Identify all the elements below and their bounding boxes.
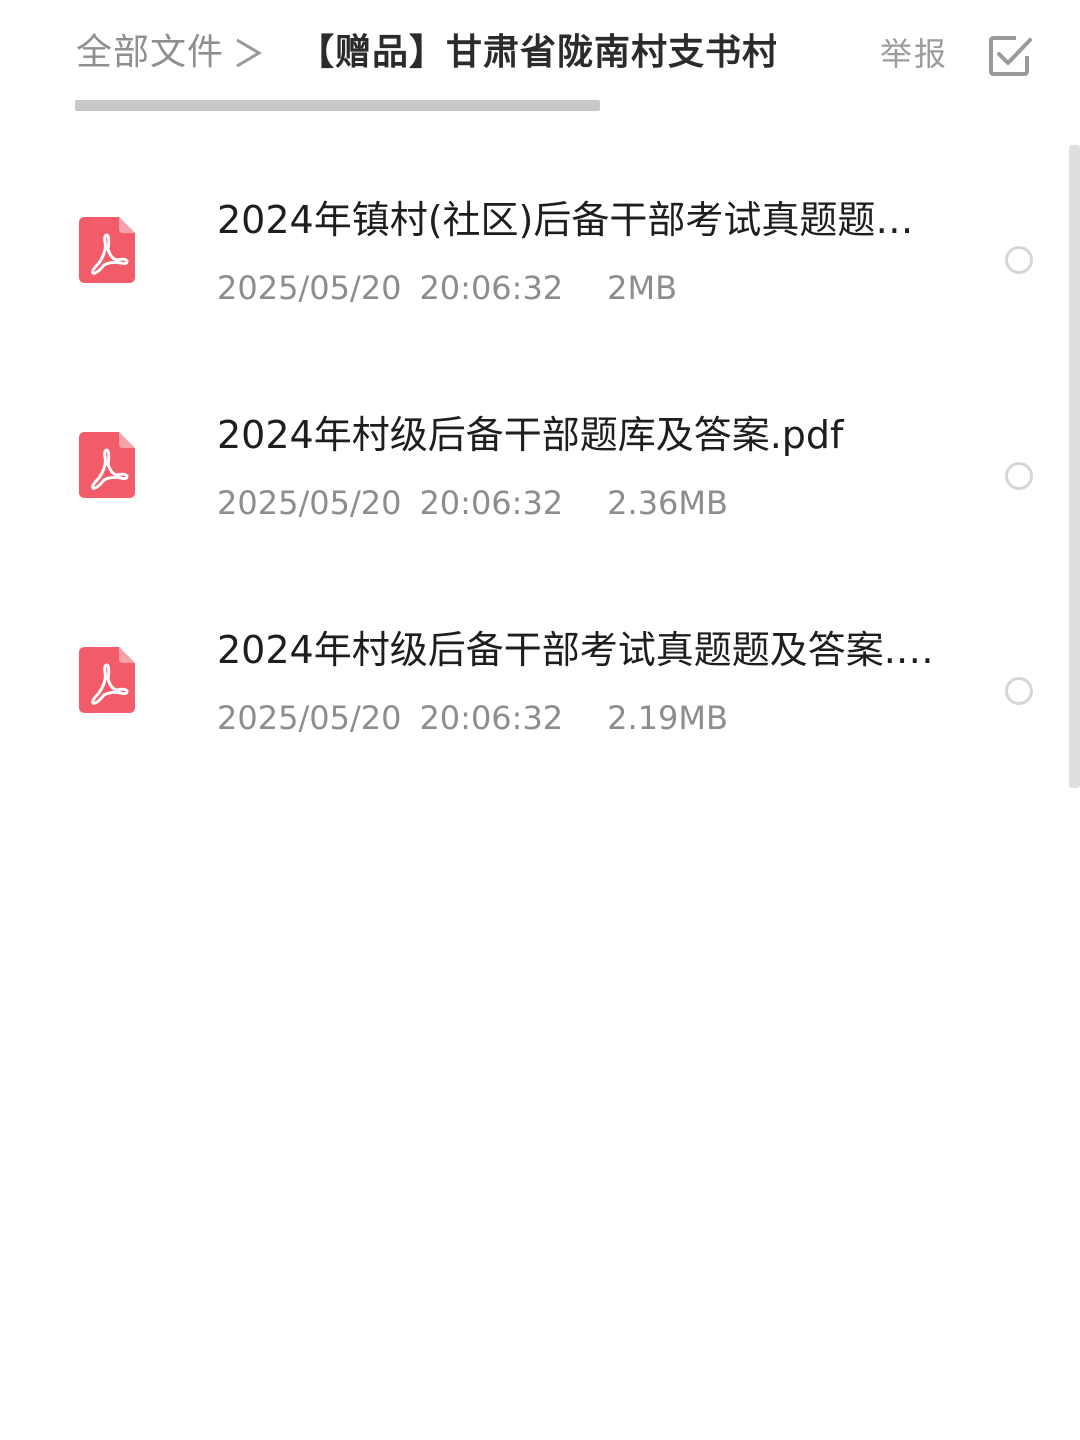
file-name: 2024年镇村(社区)后备干部考试真题题… [217, 198, 914, 242]
file-item[interactable]: 2024年村级后备干部考试真题题及答案.… 2025/05/20 20:06:32… [0, 602, 1060, 802]
pdf-icon [79, 647, 135, 713]
chevron-right-icon [236, 38, 262, 68]
file-time: 20:06:32 [419, 699, 564, 737]
pdf-icon [79, 432, 135, 498]
file-time: 20:06:32 [419, 484, 564, 522]
file-time: 20:06:32 [419, 269, 564, 307]
file-meta: 2025/05/20 20:06:32 2MB [217, 266, 677, 310]
page-scrollbar[interactable] [1069, 145, 1080, 788]
pdf-icon [79, 217, 135, 283]
file-name: 2024年村级后备干部考试真题题及答案.… [217, 628, 934, 672]
file-date: 2025/05/20 [217, 484, 402, 522]
file-size: 2MB [607, 269, 678, 307]
file-name: 2024年村级后备干部题库及答案.pdf [217, 413, 844, 457]
file-size: 2.36MB [607, 484, 728, 522]
file-size: 2.19MB [607, 699, 728, 737]
file-meta: 2025/05/20 20:06:32 2.19MB [217, 696, 728, 740]
file-date: 2025/05/20 [217, 269, 402, 307]
breadcrumb-scrollbar[interactable] [75, 100, 600, 111]
file-browser-page: 全部文件 【赠品】甘肃省陇南村支书村干 举报 2024年镇村(社区)后备干部考试… [0, 0, 1080, 1440]
file-select-radio[interactable] [1005, 462, 1033, 490]
file-item[interactable]: 2024年村级后备干部题库及答案.pdf 2025/05/20 20:06:32 2… [0, 386, 1060, 586]
file-date: 2025/05/20 [217, 699, 402, 737]
file-select-radio[interactable] [1005, 246, 1033, 274]
checkbox-icon[interactable] [986, 32, 1034, 80]
file-meta: 2025/05/20 20:06:32 2.36MB [217, 481, 728, 525]
breadcrumb-current-folder: 【赠品】甘肃省陇南村支书村干 [298, 32, 776, 73]
header-bar: 全部文件 【赠品】甘肃省陇南村支书村干 举报 [0, 0, 1080, 140]
file-select-radio[interactable] [1005, 677, 1033, 705]
report-button[interactable]: 举报 [880, 32, 948, 76]
file-item[interactable]: 2024年镇村(社区)后备干部考试真题题… 2025/05/20 20:06:32… [0, 170, 1060, 370]
breadcrumb-root[interactable]: 全部文件 [76, 30, 224, 76]
